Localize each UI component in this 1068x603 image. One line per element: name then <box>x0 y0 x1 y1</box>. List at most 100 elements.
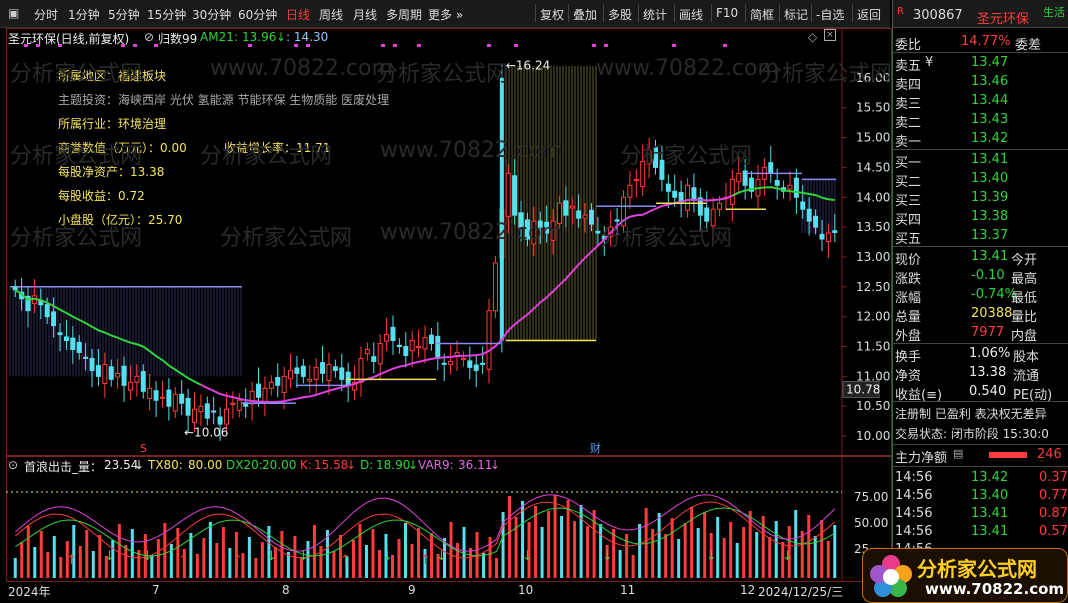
vol-indicator-icon[interactable]: ⊙ <box>8 458 18 472</box>
candle-body <box>294 367 300 374</box>
date-label: 8 <box>282 583 290 597</box>
candle-body <box>204 403 210 419</box>
period-tab-0[interactable]: 分时 <box>34 6 58 23</box>
volume-chart[interactable]: 75.0050.0025↑ ↓ ↓ ↑ ↑ ↓ ↓ ↑ ↓ ↑ ↓ ↓ ↓ ↓ ↓ <box>6 456 892 582</box>
period-tab-2[interactable]: 5分钟 <box>108 6 140 23</box>
list-icon[interactable]: ▤ <box>953 447 963 460</box>
stat-value: 7977 <box>971 325 1005 340</box>
vol-name[interactable]: 首浪出击_量： <box>24 458 102 475</box>
ask-label: 卖四 <box>895 78 922 93</box>
candle-body <box>467 360 473 368</box>
candle-body <box>89 357 95 371</box>
sell-arrow-icon: ↓ <box>522 549 533 564</box>
kline-panel[interactable]: 16.00 15.50 15.00 14.50 14.00 13.50 13.00 12.50… <box>6 28 892 456</box>
candle-body <box>832 230 838 233</box>
tool-button-1[interactable]: 叠加 <box>573 6 597 23</box>
candle-body <box>307 378 313 382</box>
tool-button-9[interactable]: 返回 <box>857 6 881 23</box>
candle-body <box>211 410 217 413</box>
sell-mark: S <box>140 442 147 455</box>
stat-row: 涨跌 -0.10 最高 <box>893 267 1068 287</box>
candle-body <box>441 362 447 365</box>
period-tab-4[interactable]: 30分钟 <box>192 6 231 23</box>
period-tab-6[interactable]: 日线 <box>286 6 310 23</box>
ask-label: 卖一 <box>895 135 922 150</box>
stat2-value: 1.06% <box>969 346 1011 361</box>
candle-body <box>640 160 646 188</box>
candle-body <box>217 416 223 425</box>
period-tab-10[interactable]: 更多 » <box>428 6 463 23</box>
tool-button-5[interactable]: F10 <box>716 6 738 20</box>
volume-bar <box>195 554 199 578</box>
tick-row: 14:56 13.41 0.87 <box>893 505 1068 524</box>
period-tab-7[interactable]: 周线 <box>319 6 343 23</box>
candle-body <box>614 219 620 222</box>
close-icon[interactable]: × <box>824 29 836 41</box>
tool-button-8[interactable]: -自选 <box>816 6 844 23</box>
candle-body <box>768 162 774 174</box>
candle-body <box>774 180 780 186</box>
tool-button-7[interactable]: 标记 <box>784 6 808 23</box>
finance-mark: 财 <box>590 441 601 455</box>
candle-body <box>704 207 710 222</box>
tick-row: 14:56 13.41 0.57 <box>893 523 1068 542</box>
volume-bar <box>560 516 564 578</box>
stat-label-right: 最高 <box>1011 272 1038 287</box>
toolbar-divider <box>674 4 675 22</box>
am21-value: 13.96 <box>242 30 277 44</box>
var9-value: 36.11 <box>458 458 493 472</box>
eps-label: 每股收益： <box>58 189 119 203</box>
tool-button-2[interactable]: 多股 <box>608 6 632 23</box>
stat2-value: 0.540 <box>969 384 1007 399</box>
tool-button-6[interactable]: 简框 <box>750 6 774 23</box>
date-label: 7 <box>152 583 160 597</box>
bvps-label: 每股净资产： <box>58 165 131 179</box>
signal-dot <box>592 44 596 47</box>
candle-body <box>582 214 588 219</box>
buy-arrow-icon: ↑ <box>178 553 189 568</box>
bid-row: 买五 13.37 <box>893 227 1068 247</box>
volume-bar <box>117 524 121 578</box>
volume-indicator-panel[interactable]: 75.00 50.00 25 ↑ ↓ ↓ ↑ ↑ ↓ ↓ ↑ ↓ ↑ ↓ ↓ ↓ ↓ ↓ ⊙ 首浪出击_量： 23… <box>6 456 892 582</box>
volume-bar <box>716 517 720 578</box>
tool-button-0[interactable]: 复权 <box>540 6 564 23</box>
tx80-value: 80.00 <box>188 458 223 472</box>
bid-row: 买四 13.38 <box>893 208 1068 228</box>
period-tab-9[interactable]: 多周期 <box>386 6 422 23</box>
chart-indicator-icon[interactable]: ⊘ <box>144 30 154 44</box>
d-arrow-icon: ↓ <box>408 458 419 472</box>
bid-price: 13.41 <box>971 152 1009 167</box>
logo-line2: www.70822.com <box>925 580 1065 598</box>
indicator-name[interactable]: 归数99 <box>158 30 197 47</box>
grid-menu-icon[interactable]: ▣ <box>8 6 19 20</box>
candle-body <box>140 371 146 392</box>
period-tab-5[interactable]: 60分钟 <box>238 6 277 23</box>
toolbar-divider <box>779 4 780 22</box>
toolbar-divider <box>638 4 639 22</box>
period-tab-3[interactable]: 15分钟 <box>147 6 186 23</box>
ask-row: 卖五 ¥13.47 <box>893 54 1068 74</box>
stat2-value: 13.38 <box>969 365 1007 380</box>
theme-label: 主题投资： <box>58 93 119 107</box>
candle-body <box>460 357 466 361</box>
price-tick-label: 11.50 <box>856 340 890 354</box>
stock-name: 圣元环保 <box>977 12 1030 27</box>
ask-row: 卖二 13.43 <box>893 111 1068 131</box>
netflow-row[interactable]: 主力净额 ▤ 246 <box>893 446 1068 466</box>
volume-bar <box>592 510 596 578</box>
bid-price: 13.40 <box>971 171 1009 186</box>
volume-bar <box>332 551 336 578</box>
signal-dot <box>417 44 421 47</box>
volume-bar <box>39 531 43 578</box>
candle-body <box>275 377 281 386</box>
period-tab-8[interactable]: 月线 <box>353 6 377 23</box>
diamond-icon[interactable]: ◇ <box>808 30 817 44</box>
growth-label: 收益增长率： <box>224 141 297 155</box>
tool-button-4[interactable]: 画线 <box>679 6 703 23</box>
stat-label-right: 内盘 <box>1011 329 1038 344</box>
stat2-row: 换手 1.06% 股本 <box>893 345 1068 365</box>
ask-price: 13.43 <box>971 112 1009 127</box>
tool-button-3[interactable]: 统计 <box>643 6 667 23</box>
bvps-value: 13.38 <box>130 165 165 179</box>
period-tab-1[interactable]: 1分钟 <box>68 6 100 23</box>
